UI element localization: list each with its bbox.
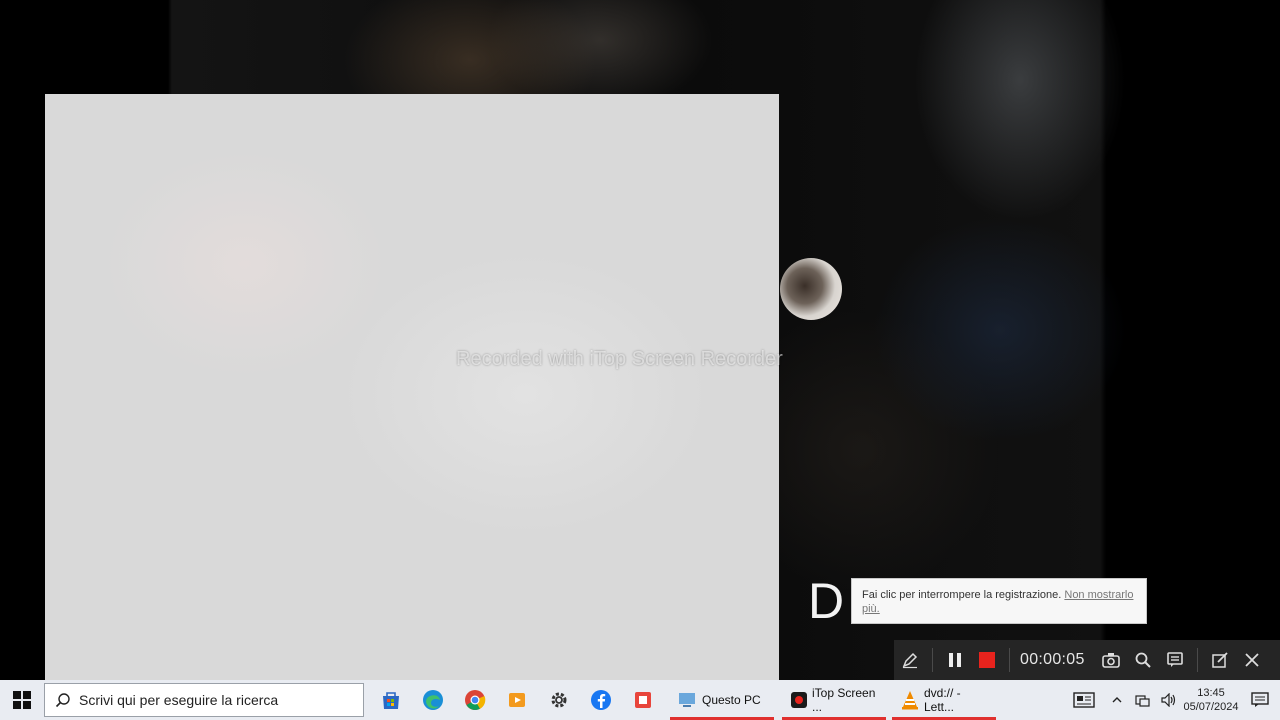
edit-icon[interactable] [1204,640,1236,680]
taskbar-app-itop[interactable]: iTop Screen ... [782,680,886,720]
search-placeholder: Scrivi qui per eseguire la ricerca [79,692,279,708]
overlay-letter: D [808,573,845,629]
settings-icon[interactable] [538,680,580,720]
app-label: iTop Screen ... [812,686,876,714]
taskbar-clock[interactable]: 13:45 05/07/2024 [1182,686,1240,714]
chrome-icon[interactable] [454,680,496,720]
edge-icon[interactable] [412,680,454,720]
stop-tooltip: Fai clic per interrompere la registrazio… [851,578,1147,624]
taskbar-app-questo-pc[interactable]: Questo PC [670,680,774,720]
recording-timer: 00:00:05 [1020,651,1085,668]
recorder-toolbar: 00:00:05 [894,640,1280,680]
recorder-icon[interactable] [622,680,664,720]
webcam-overlay [780,258,842,320]
taskbar-app-vlc[interactable]: dvd:// - Lett... [892,680,996,720]
toolbar-divider [932,648,933,672]
toolbar-divider [1009,648,1010,672]
computer-icon [678,692,696,708]
windows-start-icon[interactable] [0,680,44,720]
clock-time: 13:45 [1197,687,1225,699]
taskbar-search-box[interactable]: Scrivi qui per eseguire la ricerca [44,683,364,717]
app-label: dvd:// - Lett... [924,686,961,714]
camera-icon[interactable] [1095,640,1127,680]
volume-icon[interactable] [1156,680,1182,720]
vlc-icon [900,690,920,710]
store-icon[interactable] [370,680,412,720]
taskbar: Scrivi qui per eseguire la ricerca Quest… [0,680,1280,720]
close-icon[interactable] [1236,640,1268,680]
zoom-icon[interactable] [1127,640,1159,680]
clock-date: 05/07/2024 [1183,701,1239,713]
chevron-up-icon[interactable] [1104,680,1130,720]
search-icon [55,692,71,708]
app-label: Questo PC [702,693,761,707]
stop-icon[interactable] [971,640,1003,680]
media-icon[interactable] [496,680,538,720]
system-tray: 13:45 05/07/2024 [1064,680,1280,720]
chat-icon[interactable] [1159,640,1191,680]
facebook-icon[interactable] [580,680,622,720]
network-icon[interactable] [1130,680,1156,720]
tooltip-text: Fai clic per interrompere la registrazio… [862,589,1062,601]
watermark: Recorded with iTop Screen Recorder [456,348,783,370]
notifications-icon[interactable] [1240,680,1280,720]
pen-icon[interactable] [894,640,926,680]
itop-icon [790,691,808,709]
toolbar-divider [1196,648,1198,672]
pause-icon[interactable] [939,640,971,680]
news-icon[interactable] [1064,680,1104,720]
blurred-window [45,94,779,684]
